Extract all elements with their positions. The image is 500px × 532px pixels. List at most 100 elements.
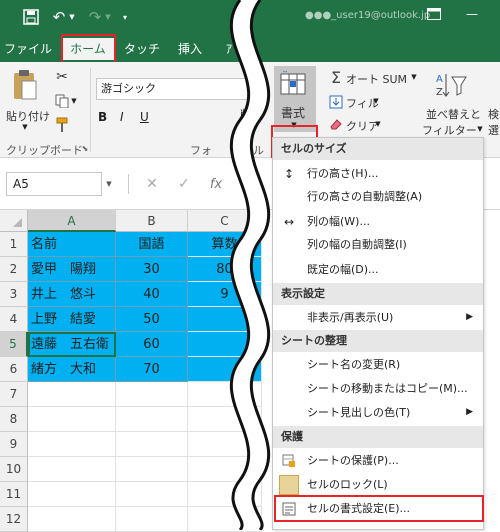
cell-b9[interactable] xyxy=(116,432,188,457)
cell-b8[interactable] xyxy=(116,407,188,432)
underline-button[interactable]: U xyxy=(140,110,149,124)
cell-a3[interactable]: 井上 悠斗 xyxy=(28,282,116,307)
select-all-corner[interactable] xyxy=(0,210,28,232)
menu-hide-unhide-label: 非表示/再表示(U) xyxy=(307,311,394,324)
find-select-label-2[interactable]: 選 xyxy=(488,122,499,138)
menu-protect-sheet[interactable]: シートの保護(P)... xyxy=(273,449,483,472)
cell-a9[interactable] xyxy=(28,432,116,457)
sort-filter-label-1[interactable]: 並べ替えと xyxy=(426,106,481,122)
cell-a5[interactable]: 遠藤 五右衛 xyxy=(28,332,116,357)
column-header-b[interactable]: B xyxy=(116,210,188,232)
cut-icon[interactable]: ✂ xyxy=(54,68,70,86)
menu-default-width[interactable]: 既定の幅(D)... xyxy=(273,258,483,281)
svg-text:↔: ↔ xyxy=(283,71,287,75)
cell-b3[interactable]: 40 xyxy=(116,282,188,307)
fill-dropdown-icon[interactable]: ▼ xyxy=(372,96,380,106)
row-header[interactable]: 6 xyxy=(0,357,28,382)
autosum-icon[interactable]: Σ xyxy=(328,68,344,87)
submenu-arrow-icon: ▶ xyxy=(466,407,473,417)
row-header[interactable]: 2 xyxy=(0,257,28,282)
name-box[interactable]: A5 xyxy=(6,172,102,196)
cell-b5[interactable]: 60 xyxy=(116,332,188,357)
copy-dropdown-icon[interactable]: ▼ xyxy=(70,96,78,106)
menu-autofit-column-width[interactable]: 列の幅の自動調整(I) xyxy=(273,233,483,256)
clear-dropdown-icon[interactable]: ▼ xyxy=(374,119,382,129)
redo-icon[interactable]: ↷ xyxy=(86,8,104,26)
cell-b11[interactable] xyxy=(116,482,188,507)
row-header[interactable]: 11 xyxy=(0,482,28,507)
sort-filter-label-2[interactable]: フィルター xyxy=(422,122,477,138)
cancel-entry-icon[interactable]: ✕ xyxy=(144,174,160,194)
menu-tab-color[interactable]: シート見出しの色(T) ▶ xyxy=(273,401,483,424)
paste-dropdown-icon[interactable]: ▼ xyxy=(20,122,30,132)
row-header[interactable]: 1 xyxy=(0,232,28,257)
menu-row-height[interactable]: ↕ 行の高さ(H)... xyxy=(273,162,483,185)
row-height-icon: ↕ xyxy=(283,166,295,181)
column-header-a[interactable]: A xyxy=(28,210,116,232)
row-header[interactable]: 4 xyxy=(0,307,28,332)
clipboard-launcher-icon[interactable]: ⬊ xyxy=(80,142,90,154)
format-painter-icon[interactable] xyxy=(54,116,70,134)
cell-b4[interactable]: 50 xyxy=(116,307,188,332)
qat-customize-icon[interactable]: ▾ xyxy=(120,10,130,24)
cell-a4[interactable]: 上野 結愛 xyxy=(28,307,116,332)
autosum-button[interactable]: オート SUM xyxy=(346,71,407,87)
restore-window-icon[interactable] xyxy=(426,7,442,21)
autosum-dropdown-icon[interactable]: ▼ xyxy=(410,72,418,82)
namebox-dropdown-icon[interactable]: ▼ xyxy=(104,178,114,190)
row-header[interactable]: 5 xyxy=(0,332,28,357)
menu-column-width[interactable]: ↔ 列の幅(W)... xyxy=(273,210,483,233)
row-header[interactable]: 7 xyxy=(0,382,28,407)
bold-button[interactable]: B xyxy=(98,110,107,124)
cell-a10[interactable] xyxy=(28,457,116,482)
cell-b12[interactable] xyxy=(116,507,188,532)
row-header[interactable]: 12 xyxy=(0,507,28,532)
home-tab-highlight xyxy=(61,34,116,64)
cell-b1[interactable]: 国語 xyxy=(116,232,188,257)
cell-a1[interactable]: 名前 xyxy=(28,232,116,257)
row-header[interactable]: 9 xyxy=(0,432,28,457)
sort-filter-icon[interactable]: AZ xyxy=(434,70,468,100)
tab-touch[interactable]: タッチ xyxy=(122,38,162,60)
tab-file[interactable]: ファイル xyxy=(4,38,52,60)
row-header[interactable]: 3 xyxy=(0,282,28,307)
menu-move-copy-sheet[interactable]: シートの移動またはコピー(M)... xyxy=(273,377,483,400)
cell-a2[interactable]: 愛甲 陽翔 xyxy=(28,257,116,282)
menu-header-protection: 保護 xyxy=(273,426,483,448)
sort-filter-dropdown-icon[interactable]: ▼ xyxy=(476,124,484,134)
undo-dropdown-icon[interactable]: ▼ xyxy=(68,10,76,24)
menu-lock-cell[interactable]: セルのロック(L) xyxy=(273,473,483,496)
italic-button[interactable]: I xyxy=(120,110,124,124)
menu-autofit-column-width-label: 列の幅の自動調整(I) xyxy=(307,238,407,251)
cell-b7[interactable] xyxy=(116,382,188,407)
menu-autofit-row-height[interactable]: 行の高さの自動調整(A) xyxy=(273,185,483,208)
menu-header-organize-sheets: シートの整理 xyxy=(273,330,483,352)
cell-a11[interactable] xyxy=(28,482,116,507)
cell-a8[interactable] xyxy=(28,407,116,432)
confirm-entry-icon[interactable]: ✓ xyxy=(176,174,192,194)
cell-a7[interactable] xyxy=(28,382,116,407)
minimize-icon[interactable]: — xyxy=(464,6,480,22)
cell-b10[interactable] xyxy=(116,457,188,482)
clear-icon[interactable] xyxy=(328,116,344,132)
fill-icon[interactable] xyxy=(328,94,344,110)
svg-text:Z: Z xyxy=(436,87,443,98)
row-header[interactable]: 8 xyxy=(0,407,28,432)
format-label: 書式 xyxy=(281,106,306,120)
format-icon: ↔ xyxy=(279,70,309,98)
menu-hide-unhide[interactable]: 非表示/再表示(U) ▶ xyxy=(273,306,483,329)
cell-a6[interactable]: 緒方 大和 xyxy=(28,357,116,382)
cell-a12[interactable] xyxy=(28,507,116,532)
copy-icon[interactable] xyxy=(54,92,70,110)
account-name: ●●●_user19@outlook.jp xyxy=(305,10,431,21)
row-header[interactable]: 10 xyxy=(0,457,28,482)
clipboard-group-label: クリップボード xyxy=(6,144,83,157)
paste-icon[interactable] xyxy=(8,68,42,104)
menu-rename-sheet[interactable]: シート名の変更(R) xyxy=(273,353,483,376)
redo-dropdown-icon[interactable]: ▼ xyxy=(104,10,112,24)
find-select-label-1[interactable]: 検 xyxy=(488,106,499,122)
cell-b6[interactable]: 70 xyxy=(116,357,188,382)
cell-b2[interactable]: 30 xyxy=(116,257,188,282)
undo-icon[interactable]: ↶ xyxy=(50,8,68,26)
save-icon[interactable] xyxy=(22,8,40,26)
